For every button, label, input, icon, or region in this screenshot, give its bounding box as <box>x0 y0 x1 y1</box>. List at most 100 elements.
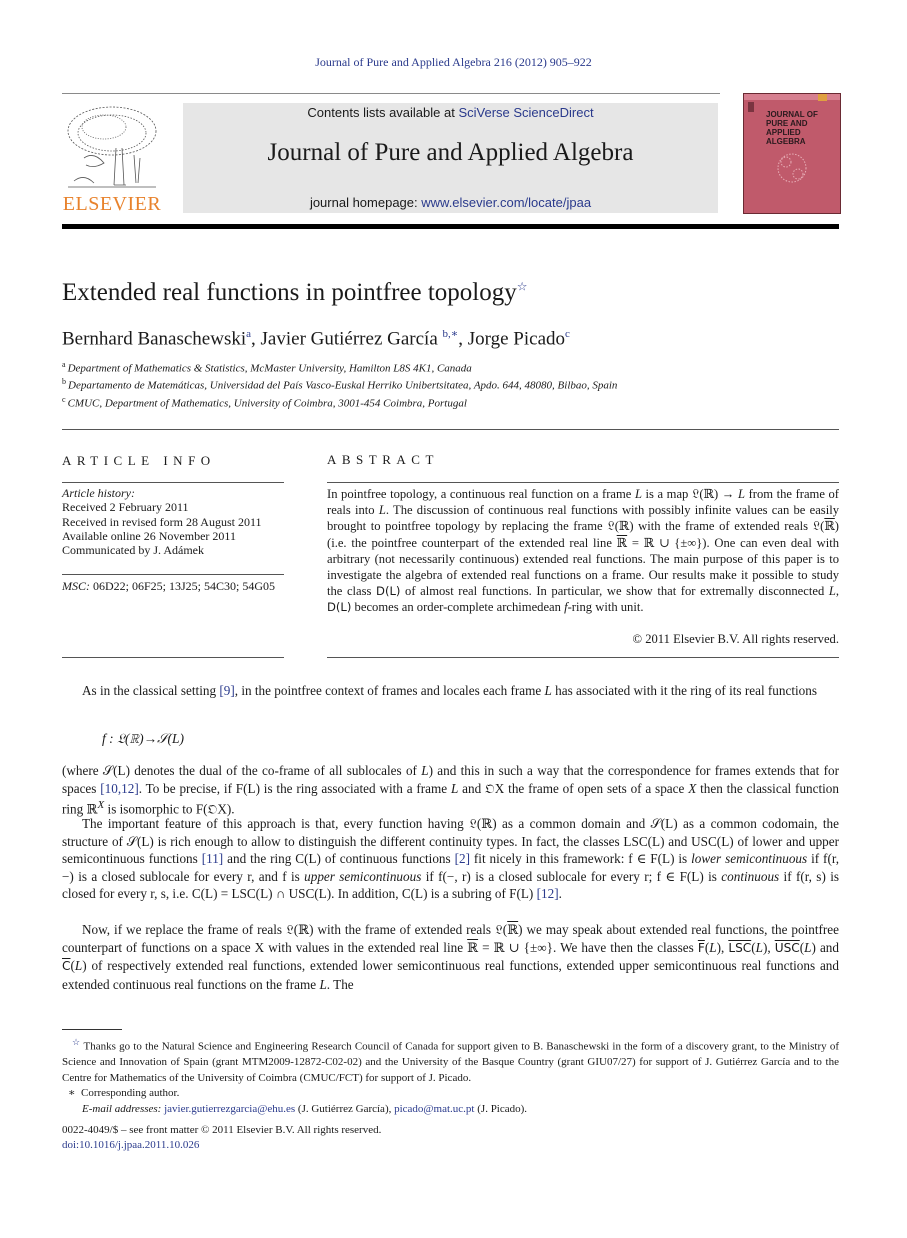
body-fragment: (where 𝒮(L) denotes the dual of the co-f… <box>62 763 422 778</box>
citation-link[interactable]: [11] <box>202 851 223 866</box>
journal-citation[interactable]: Journal of Pure and Applied Algebra 216 … <box>0 55 907 70</box>
msc-codes: 06D22; 06F25; 13J25; 54C30; 54G05 <box>93 579 276 593</box>
body-fragment: As in the classical setting <box>82 683 220 698</box>
journal-masthead: Contents lists available at SciVerse Sci… <box>183 103 718 213</box>
sciencedirect-link[interactable]: SciVerse ScienceDirect <box>458 105 593 120</box>
body-fragment: of respectively extended real functions,… <box>62 958 839 992</box>
math-L: L <box>378 503 386 518</box>
history-communicated: Communicated by J. Adámek <box>62 543 204 558</box>
body-paragraph: The important feature of this approach i… <box>62 815 839 903</box>
body-paragraph: Now, if we replace the frame of reals 𝔏(… <box>62 922 839 992</box>
homepage-link[interactable]: www.elsevier.com/locate/jpaa <box>421 195 591 210</box>
funding-text: Thanks go to the Natural Science and Eng… <box>62 1040 839 1084</box>
abstract-text: In pointfree topology, a continuous real… <box>327 487 839 615</box>
cover-logo-icon <box>748 102 754 112</box>
cover-title-line: APPLIED ALGEBRA <box>766 128 806 146</box>
title-text: Extended real functions in pointfree top… <box>62 279 517 306</box>
email-owner: (J. Gutiérrez García), <box>295 1102 395 1115</box>
math-L: L <box>755 939 763 955</box>
contents-prefix: Contents lists available at <box>307 105 459 120</box>
contents-line: Contents lists available at SciVerse Sci… <box>183 105 718 120</box>
author-affiliation-marker[interactable]: a <box>246 328 251 340</box>
article-history: Article history: Received 2 February 201… <box>62 486 262 557</box>
article-title: Extended real functions in pointfree top… <box>62 279 528 307</box>
cover-title-line: JOURNAL OF <box>766 110 818 119</box>
citation-link[interactable]: [10,12] <box>100 781 138 796</box>
email-footnote: E-mail addresses: javier.gutierrezgarcia… <box>62 1102 839 1118</box>
math-F-bar: F <box>697 940 705 955</box>
history-label: Article history: <box>62 486 135 500</box>
header-divider <box>62 93 720 94</box>
publisher-wordmark: ELSEVIER <box>62 193 162 215</box>
citation-link[interactable]: [2] <box>455 851 470 866</box>
term-lower-semicontinuous: lower semicontinuous <box>691 851 808 867</box>
body-fragment: and 𝔒X the frame of open sets of a space <box>458 780 689 796</box>
article-info-divider <box>62 574 284 575</box>
body-fragment: . <box>558 886 562 902</box>
body-fragment: , in the pointfree context of frames and… <box>234 683 545 698</box>
abstract-fragment: of almost real functions. In particular,… <box>400 584 829 599</box>
math-LSC-bar: LSC <box>728 940 752 955</box>
footnote-star-marker: ☆ <box>72 1037 81 1047</box>
affiliation-text: CMUC, Department of Mathematics, Univers… <box>67 397 467 410</box>
author-list: Bernhard Banaschewskia, Javier Gutiérrez… <box>62 328 570 350</box>
math-DL: D(L) <box>327 600 352 615</box>
abstract-divider <box>327 482 839 483</box>
term-continuous: continuous <box>721 868 780 884</box>
term-upper-semicontinuous: upper semicontinuous <box>304 868 422 884</box>
math-DL: D(L) <box>376 584 401 599</box>
affiliation: c CMUC, Department of Mathematics, Univer… <box>62 395 467 410</box>
body-fragment: Now, if we replace the frame of reals 𝔏(… <box>82 922 508 937</box>
affiliation-marker: a <box>62 360 66 369</box>
msc-label: MSC: <box>62 579 90 593</box>
display-equation: f : 𝔏(ℝ)→𝒮(L) <box>102 731 185 746</box>
email-link[interactable]: picado@mat.uc.pt <box>394 1103 474 1115</box>
abstract-heading: ABSTRACT <box>327 452 439 467</box>
corresponding-text: Corresponding author. <box>80 1087 180 1100</box>
homepage-line: journal homepage: www.elsevier.com/locat… <box>183 195 718 210</box>
citation-link[interactable]: [12] <box>537 886 559 901</box>
author-affiliation-marker[interactable]: b,∗ <box>443 328 459 340</box>
math-L: L <box>544 683 552 698</box>
body-fragment: has associated with it the ring of its r… <box>551 683 817 698</box>
cover-graph-icon <box>777 153 807 183</box>
body-fragment: fit nicely in this framework: f ∈ F(L) i… <box>469 851 692 867</box>
math-C-bar: C <box>62 959 71 974</box>
body-fragment: = ℝ ∪ {±∞}. We have then the classes <box>478 939 698 955</box>
footnotes: ☆ Thanks go to the Natural Science and E… <box>62 1035 839 1117</box>
affiliation-marker: c <box>62 395 66 404</box>
elsevier-logo: ELSEVIER <box>62 103 162 215</box>
body-fragment: and the ring C(L) of continuous function… <box>223 851 455 867</box>
math-L: L <box>828 584 836 599</box>
email-link[interactable]: javier.gutierrezgarcia@ehu.es <box>164 1103 295 1115</box>
math-USC-bar: USC <box>774 940 800 955</box>
footnote-rule <box>62 1029 122 1030</box>
history-revised: Received in revised form 28 August 2011 <box>62 514 262 529</box>
math-extended-reals: ℝ <box>467 939 479 955</box>
title-footnote-marker[interactable]: ☆ <box>517 280 528 294</box>
math-L: L <box>709 939 717 955</box>
author-name: Bernhard Banaschewski <box>62 328 247 350</box>
citation-link[interactable]: [9] <box>219 683 234 698</box>
cover-title: JOURNAL OF PURE AND APPLIED ALGEBRA <box>766 110 840 146</box>
article-info-heading: ARTICLE INFO <box>62 453 216 468</box>
math-L: L <box>804 939 812 955</box>
author-affiliation-marker[interactable]: c <box>565 328 570 340</box>
section-divider <box>62 429 839 430</box>
history-received: Received 2 February 2011 <box>62 500 189 515</box>
homepage-prefix: journal homepage: <box>309 195 422 210</box>
affiliation: b Departamento de Matemáticas, Universida… <box>62 377 617 392</box>
math-L: L <box>634 487 642 501</box>
abstract-fragment: . The discussion of continuous real func… <box>327 503 839 534</box>
journal-name: Journal of Pure and Applied Algebra <box>267 139 634 166</box>
article-info-divider <box>62 657 284 658</box>
abstract-divider <box>327 657 839 658</box>
affiliation-marker: b <box>62 377 66 386</box>
author-name: Javier Gutiérrez García <box>260 328 438 350</box>
corresponding-footnote: ∗ Corresponding author. <box>62 1086 839 1102</box>
tree-icon <box>67 106 157 188</box>
cover-title-line: PURE AND <box>766 119 808 128</box>
journal-cover-thumbnail: JOURNAL OF PURE AND APPLIED ALGEBRA <box>743 93 841 214</box>
doi-link[interactable]: doi:10.1016/j.jpaa.2011.10.026 <box>62 1139 199 1151</box>
funding-footnote: ☆ Thanks go to the Natural Science and E… <box>62 1035 839 1086</box>
